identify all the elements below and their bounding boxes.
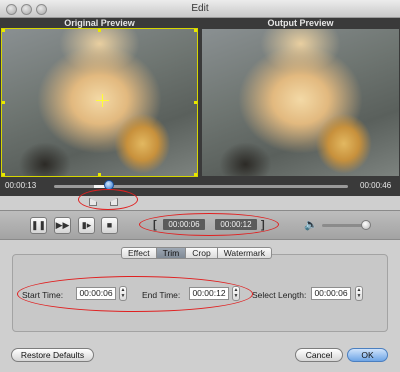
tab-watermark[interactable]: Watermark bbox=[217, 247, 272, 259]
current-time: 00:00:13 bbox=[5, 181, 37, 190]
original-preview[interactable] bbox=[1, 28, 198, 177]
trim-end-marker[interactable] bbox=[110, 198, 118, 206]
stop-button[interactable]: ■ bbox=[101, 217, 118, 234]
crop-handle[interactable] bbox=[2, 101, 5, 104]
window-title: Edit bbox=[191, 3, 209, 14]
tab-effect[interactable]: Effect bbox=[121, 247, 157, 259]
crop-handle[interactable] bbox=[194, 101, 197, 104]
frame-step-button[interactable]: ▮▸ bbox=[78, 217, 95, 234]
trim-end-display: 00:00:12 bbox=[215, 219, 257, 230]
stop-icon: ■ bbox=[106, 220, 113, 230]
title-bar: Edit bbox=[0, 0, 400, 18]
end-time-field[interactable]: 00:00:12 bbox=[189, 287, 229, 300]
video-frame-image bbox=[202, 29, 399, 176]
output-preview bbox=[202, 29, 399, 176]
end-time-stepper[interactable]: ▲ ▼ bbox=[232, 286, 240, 301]
crop-handle[interactable] bbox=[194, 173, 197, 176]
frame-step-icon: ▮▸ bbox=[81, 220, 92, 230]
crop-handle[interactable] bbox=[2, 29, 5, 32]
playhead-knob[interactable] bbox=[104, 180, 114, 190]
start-time-label: Start Time: bbox=[22, 290, 64, 300]
crop-handle[interactable] bbox=[194, 29, 197, 32]
crop-handle[interactable] bbox=[2, 173, 5, 176]
set-end-bracket-icon[interactable]: ] bbox=[261, 219, 265, 231]
edit-tabs: Effect Trim Crop Watermark bbox=[121, 247, 272, 259]
volume-knob[interactable] bbox=[361, 220, 371, 230]
speaker-icon: 🔈 bbox=[304, 219, 318, 231]
restore-defaults-button[interactable]: Restore Defaults bbox=[11, 348, 94, 362]
pause-button[interactable]: ❚❚ bbox=[30, 217, 47, 234]
ok-button[interactable]: OK bbox=[347, 348, 388, 362]
tab-trim[interactable]: Trim bbox=[156, 247, 187, 259]
trim-start-display: 00:00:06 bbox=[163, 219, 205, 230]
select-length-field[interactable]: 00:00:06 bbox=[311, 287, 351, 300]
crop-handle[interactable] bbox=[98, 173, 101, 176]
end-time-label: End Time: bbox=[142, 290, 181, 300]
select-length-label: Select Length: bbox=[252, 290, 307, 300]
output-preview-label: Output Preview bbox=[267, 18, 334, 28]
set-start-bracket-icon[interactable]: [ bbox=[153, 219, 157, 231]
select-length-stepper[interactable]: ▲ ▼ bbox=[355, 286, 363, 301]
fast-forward-button[interactable]: ▶▶ bbox=[54, 217, 71, 234]
crop-center-crosshair-icon[interactable] bbox=[96, 94, 109, 107]
crop-handle[interactable] bbox=[98, 29, 101, 32]
cancel-button[interactable]: Cancel bbox=[295, 348, 343, 362]
total-time: 00:00:46 bbox=[360, 181, 392, 190]
start-time-field[interactable]: 00:00:06 bbox=[76, 287, 116, 300]
pause-icon: ❚❚ bbox=[31, 220, 47, 230]
original-preview-label: Original Preview bbox=[64, 18, 135, 28]
trim-start-marker[interactable] bbox=[89, 198, 97, 206]
tab-crop[interactable]: Crop bbox=[186, 247, 218, 259]
start-time-stepper[interactable]: ▲ ▼ bbox=[119, 286, 127, 301]
fast-forward-icon: ▶▶ bbox=[55, 220, 70, 230]
